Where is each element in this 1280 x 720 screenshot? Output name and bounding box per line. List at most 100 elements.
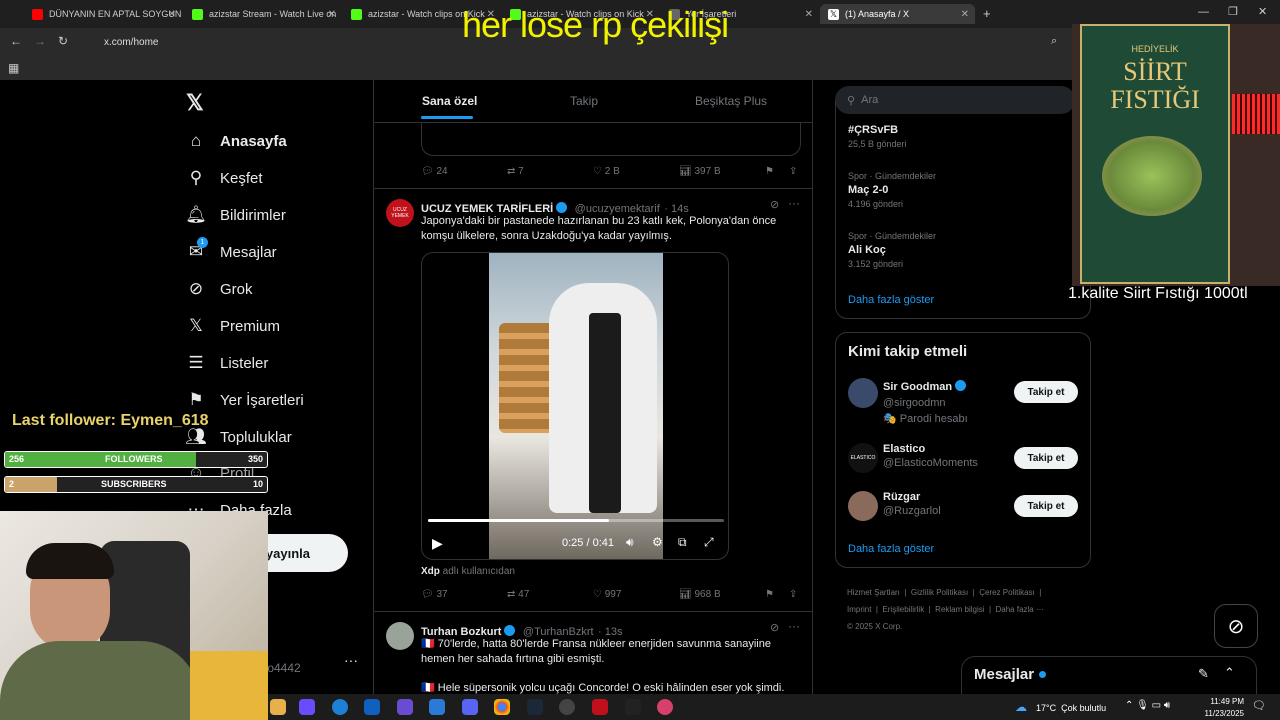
video-player[interactable]: ▶ 0:25 / 0:41 🔊︎ ⚙ ⧉ ⤢: [421, 252, 729, 560]
post-more-icon[interactable]: ···: [788, 619, 800, 633]
discord-icon[interactable]: [462, 699, 478, 715]
avatar[interactable]: ELASTICO: [848, 443, 878, 473]
fullscreen-icon[interactable]: ⤢: [704, 535, 714, 550]
video-progress-track[interactable]: [428, 519, 724, 522]
valorant-icon[interactable]: [592, 699, 608, 715]
app-icon[interactable]: [625, 699, 641, 715]
sidebar-item-premium[interactable]: 𝕏 Premium: [186, 316, 280, 336]
avatar[interactable]: [848, 491, 878, 521]
grok-floating-button[interactable]: ⊘: [1214, 604, 1258, 648]
share-icon[interactable]: ⇪: [789, 589, 797, 600]
close-icon[interactable]: ✕: [328, 9, 336, 20]
tab-besiktas-plus[interactable]: Beşiktaş Plus: [695, 94, 767, 108]
post-more-icon[interactable]: ···: [788, 196, 800, 210]
weather-text[interactable]: 17°C Çok bulutlu: [1036, 703, 1106, 713]
sidebar-item-communities[interactable]: 👥︎ Topluluklar: [185, 427, 292, 447]
close-icon[interactable]: ✕: [961, 9, 969, 20]
obs-icon[interactable]: [559, 699, 575, 715]
minimize-button[interactable]: —: [1198, 6, 1209, 18]
close-icon[interactable]: ✕: [805, 9, 813, 20]
repost-button[interactable]: ⇄ 7: [507, 166, 593, 177]
reload-icon[interactable]: ↻: [58, 34, 68, 48]
app-icon[interactable]: [657, 699, 673, 715]
new-tab-button[interactable]: +: [983, 6, 991, 21]
avatar[interactable]: UCUZ YEMEK: [386, 199, 414, 227]
x-logo-icon[interactable]: 𝕏: [186, 90, 204, 116]
steam-icon[interactable]: [527, 699, 543, 715]
avatar[interactable]: [848, 378, 878, 408]
views-button[interactable]: 📊︎ 968 B: [679, 589, 765, 600]
suggestion-name[interactable]: Elastico: [883, 443, 978, 455]
sidebar-item-explore[interactable]: ⚲ Keşfet: [186, 168, 263, 188]
notification-icon[interactable]: 🗨︎: [1252, 699, 1266, 712]
tab-for-you[interactable]: Sana özel: [422, 94, 477, 108]
apps-icon[interactable]: ▦: [8, 61, 19, 75]
avatar[interactable]: [386, 622, 414, 650]
show-more-trends-link[interactable]: Daha fazla göster: [848, 294, 934, 306]
messages-drawer[interactable]: Mesajlar ✎ ⌃: [961, 656, 1257, 694]
follow-button[interactable]: Takip et: [1014, 495, 1078, 517]
share-icon[interactable]: ⇪: [789, 166, 797, 177]
edge-icon[interactable]: [332, 699, 348, 715]
trend-item[interactable]: Spor · Gündemdekiler Ali Koç 3.152 gönde…: [848, 231, 936, 269]
sidebar-item-lists[interactable]: ☰ Listeler: [186, 353, 268, 373]
footer-link[interactable]: Reklam bilgisi: [935, 605, 984, 614]
follow-button[interactable]: Takip et: [1014, 447, 1078, 469]
sidebar-item-home[interactable]: ⌂ Anasayfa: [186, 131, 287, 151]
outlook-icon[interactable]: [364, 699, 380, 715]
browser-tab[interactable]: DÜNYANIN EN APTAL SOYGUN ✕: [24, 4, 182, 24]
like-button[interactable]: ♡ 2 B: [593, 166, 679, 177]
footer-link[interactable]: Imprint: [847, 605, 871, 614]
file-explorer-icon[interactable]: [270, 699, 286, 715]
trend-item[interactable]: Spor · Gündemdekiler Maç 2-0 4.196 gönde…: [848, 171, 936, 209]
reply-button[interactable]: 💬︎ 24: [421, 166, 507, 177]
play-icon[interactable]: ▶: [432, 535, 443, 552]
teams-icon[interactable]: [397, 699, 413, 715]
new-message-icon[interactable]: ✎: [1198, 666, 1209, 682]
suggestion-name[interactable]: Sir Goodman: [883, 381, 952, 393]
footer-link[interactable]: Gizlilik Politikası: [911, 588, 968, 597]
store-icon[interactable]: [429, 699, 445, 715]
maximize-button[interactable]: ❐: [1228, 5, 1238, 18]
settings-icon[interactable]: ⚙: [652, 535, 663, 549]
back-icon[interactable]: ←: [10, 34, 22, 48]
sidebar-item-grok[interactable]: ⊘ Grok: [186, 279, 253, 299]
volume-icon[interactable]: 🔊︎: [626, 535, 634, 550]
pip-icon[interactable]: ⧉: [678, 535, 687, 550]
browser-tab-active[interactable]: 𝕏 (1) Anasayfa / X ✕: [820, 4, 975, 24]
copilot-icon[interactable]: [299, 699, 315, 715]
chrome-icon[interactable]: [494, 699, 510, 715]
suggestion-name[interactable]: Rüzgar: [883, 491, 941, 503]
bookmark-icon[interactable]: ⚑: [765, 589, 789, 600]
footer-link[interactable]: Çerez Politikası: [979, 588, 1035, 597]
bookmark-icon[interactable]: ⚑: [765, 166, 789, 177]
tray-icons[interactable]: ⌃ 🎙︎ ▭ 🔊︎: [1125, 700, 1170, 711]
sidebar-item-bookmarks[interactable]: ⚑ Yer İşaretleri: [186, 390, 303, 410]
footer-link[interactable]: Erişilebilirlik: [882, 605, 924, 614]
forward-icon[interactable]: →: [34, 34, 46, 48]
footer-link[interactable]: Daha fazla ···: [996, 605, 1044, 614]
browser-tab[interactable]: azizstar Stream - Watch Live on ✕: [184, 4, 342, 24]
reply-button[interactable]: 💬︎ 37: [421, 589, 507, 600]
like-button[interactable]: ♡ 997: [593, 589, 679, 600]
clock[interactable]: 11:49 PM 11/23/2025: [1204, 696, 1244, 720]
sidebar-item-notifications[interactable]: 🔔︎ Bildirimler: [185, 205, 286, 225]
credit-user[interactable]: Xdp: [421, 566, 440, 577]
account-more-icon[interactable]: ···: [344, 652, 358, 668]
views-button[interactable]: 📊︎ 397 B: [679, 166, 765, 177]
tab-following[interactable]: Takip: [570, 94, 598, 108]
zoom-icon[interactable]: ⌕: [1051, 35, 1057, 48]
follow-button[interactable]: Takip et: [1014, 381, 1078, 403]
show-more-suggestions-link[interactable]: Daha fazla göster: [848, 543, 934, 555]
close-window-button[interactable]: ✕: [1258, 5, 1267, 18]
trend-item[interactable]: #ÇRSvFB 25,5 B gönderi: [848, 124, 907, 149]
close-icon[interactable]: ✕: [168, 9, 176, 20]
footer-link[interactable]: Hizmet Şartları: [847, 588, 900, 597]
grok-icon[interactable]: ⊘: [770, 621, 779, 634]
weather-icon[interactable]: ☁: [1015, 700, 1027, 714]
followers-goal-bar: 256 FOLLOWERS 350: [4, 451, 268, 468]
grok-icon[interactable]: ⊘: [770, 198, 779, 211]
repost-button[interactable]: ⇄ 47: [507, 589, 593, 600]
expand-icon[interactable]: ⌃: [1224, 665, 1235, 681]
sidebar-item-messages[interactable]: ✉ 1 Mesajlar: [186, 237, 277, 262]
